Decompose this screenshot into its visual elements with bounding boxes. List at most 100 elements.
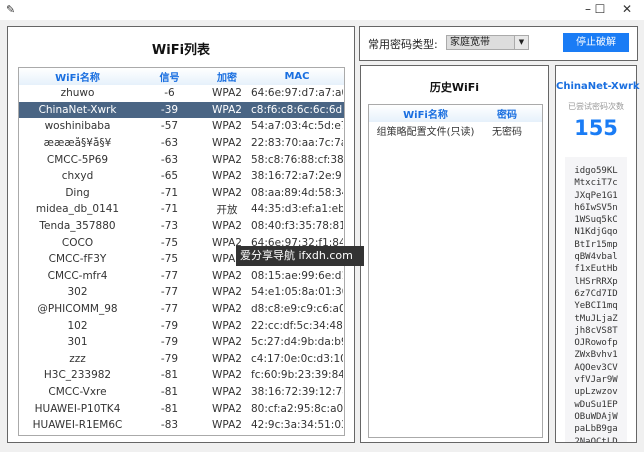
history-table[interactable]: WiFi名称 密码 组策略配置文件(只读) 无密码	[368, 104, 543, 438]
password-attempt: lHSrRRXp	[574, 276, 618, 287]
mac: fc:60:9b:23:39:84:	[251, 369, 343, 382]
table-header: WiFi名称 信号 加密 MAC	[19, 68, 344, 85]
encryption: WPA2	[212, 87, 242, 100]
mac: 44:35:d3:ef:a1:eb:	[251, 203, 343, 216]
title-bar: ✎ – ☐ ✕	[0, 0, 644, 20]
col-header-name[interactable]: WiFi名称	[369, 106, 482, 121]
signal: -73	[160, 220, 179, 233]
wifi-name: Ding	[65, 186, 90, 199]
encryption: WPA2	[212, 419, 242, 432]
mac: 08:40:f3:35:78:81:	[251, 220, 343, 233]
close-button[interactable]: ✕	[617, 2, 637, 16]
password-attempt: AQOev3CV	[574, 362, 618, 373]
encryption: 开放	[216, 203, 238, 216]
table-row[interactable]: midea_db_0141 -71 开放 44:35:d3:ef:a1:eb:	[19, 201, 344, 218]
table-row[interactable]: ChinaNet-Xwrk -39 WPA2 c8:f6:c8:6c:6c:6d:	[19, 101, 344, 119]
password-attempt: ZWxBvhv1	[574, 350, 618, 361]
signal: -79	[160, 336, 179, 349]
signal: -6	[164, 87, 175, 100]
table-row[interactable]: æææå§¥å§¥ -63 WPA2 22:83:70:aa:7c:7a:	[19, 135, 344, 152]
table-row[interactable]: woshinibaba -57 WPA2 54:a7:03:4c:5d:e7:	[19, 118, 344, 135]
encryption: WPA2	[212, 286, 242, 299]
wifi-name: chxyd	[61, 170, 94, 183]
wifi-name: 302	[67, 286, 88, 299]
wifi-name: HUAWEI-R1EM6C	[32, 419, 123, 432]
attempts-label: 已尝试密码次数	[568, 102, 624, 111]
wifi-name: ChinaNet-Xwrk	[38, 103, 117, 116]
wifi-name: CMCC-mfr4	[47, 269, 108, 282]
table-row[interactable]: @PHICOMM_98 -77 WPA2 d8:c8:e9:c9:c6:a0:	[19, 301, 344, 318]
wifi-name: Tenda_357880	[39, 220, 116, 233]
password-attempt: qBW4vbal	[574, 252, 618, 263]
table-row[interactable]: zhuwo -6 WPA2 64:6e:97:d7:a7:a0:	[19, 85, 344, 102]
table-row[interactable]: chxyd -65 WPA2 38:16:72:a7:2e:91:	[19, 168, 344, 185]
password-type-value: 家庭宽带	[450, 37, 490, 48]
mac: 80:cf:a2:95:8c:a0:	[251, 402, 343, 415]
wifi-name: æææå§¥å§¥	[43, 137, 112, 150]
wifi-name: CMCC-fF3Y	[48, 253, 107, 266]
table-row[interactable]: CMCC-Vxre -81 WPA2 38:16:72:39:12:78:	[19, 384, 344, 401]
mac: 54:a7:03:4c:5d:e7:	[251, 120, 343, 133]
password-attempt: idgo59KL	[574, 166, 618, 176]
password-type-label: 常用密码类型:	[368, 38, 438, 51]
wifi-name: 301	[67, 336, 88, 349]
table-row[interactable]: Tenda_357880 -73 WPA2 08:40:f3:35:78:81:	[19, 218, 344, 235]
table-row[interactable]: CMCC-5P69 -63 WPA2 58:c8:76:88:cf:38:	[19, 151, 344, 168]
table-row[interactable]: 102 -79 WPA2 22:cc:df:5c:34:48:	[19, 317, 344, 334]
encryption: WPA2	[212, 137, 242, 150]
encryption: WPA2	[212, 385, 242, 398]
table-row[interactable]: 301 -79 WPA2 5c:27:d4:9b:da:b9:	[19, 334, 344, 351]
password-attempt: upLzwzov	[574, 387, 618, 398]
password-attempt: OJRowofp	[574, 338, 618, 349]
mac: 22:cc:df:5c:34:48:	[251, 319, 343, 332]
encryption: WPA2	[212, 120, 242, 133]
encryption: WPA2	[212, 336, 242, 349]
password-type-select[interactable]: 家庭宽带 ▼	[446, 35, 529, 50]
mac: 54:e1:05:8a:01:30:	[251, 286, 343, 299]
mac: 08:aa:89:4d:58:34:	[251, 186, 343, 199]
password-attempt: 1WSuq5kC	[574, 215, 618, 226]
col-header-signal[interactable]: 信号	[136, 69, 203, 84]
encryption: WPA2	[212, 352, 242, 365]
table-row[interactable]: 组策略配置文件(只读) 无密码	[369, 122, 542, 139]
table-row[interactable]: CMCC-mfr4 -77 WPA2 08:15:ae:99:6e:d1:	[19, 268, 344, 285]
col-header-encryption[interactable]: 加密	[203, 69, 251, 84]
mac: 22:83:70:aa:7c:7a:	[251, 137, 343, 150]
password-attempt: tMuJLjaZ	[574, 313, 618, 324]
encryption: WPA2	[212, 402, 242, 415]
history-panel: 历史WiFi WiFi名称 密码 组策略配置文件(只读) 无密码	[360, 65, 549, 443]
password-attempt: YeBCI1mq	[574, 301, 618, 312]
table-row[interactable]: 302 -77 WPA2 54:e1:05:8a:01:30:	[19, 284, 344, 301]
encryption: WPA2	[212, 269, 242, 282]
mac: c4:17:0e:0c:d3:10:	[251, 352, 343, 365]
signal: -79	[160, 352, 179, 365]
col-header-password[interactable]: 密码	[482, 106, 532, 121]
mac: 42:9c:3a:34:51:03:	[251, 419, 343, 432]
wifi-name: H3C_233982	[43, 369, 112, 382]
encryption: WPA2	[212, 103, 242, 116]
maximize-button[interactable]: ☐	[590, 2, 610, 16]
signal: -77	[160, 303, 179, 316]
history-header: WiFi名称 密码	[369, 105, 542, 122]
wifi-name: zzz	[69, 352, 86, 365]
mac: 58:c8:76:88:cf:38:	[251, 153, 343, 166]
table-row[interactable]: H3C_233982 -81 WPA2 fc:60:9b:23:39:84:	[19, 367, 344, 384]
password-attempt-list[interactable]: idgo59KL MtxciT7c JXqPe1G1 h6IwSV5n 1WSuq5kC…	[565, 157, 627, 442]
encryption: WPA2	[212, 220, 242, 233]
chevron-down-icon[interactable]: ▼	[514, 36, 528, 49]
password-attempt: f1xEutHb	[574, 264, 618, 275]
table-row[interactable]: HUAWEI-P10TK4 -81 WPA2 80:cf:a2:95:8c:a0:	[19, 400, 344, 417]
col-header-name[interactable]: WiFi名称	[19, 69, 136, 84]
table-row[interactable]: zzz -79 WPA2 c4:17:0e:0c:d3:10:	[19, 351, 344, 368]
history-password: 无密码	[492, 126, 522, 138]
col-header-mac[interactable]: MAC	[251, 71, 343, 82]
wifi-name: HUAWEI-P10TK4	[34, 402, 121, 415]
encryption: WPA2	[212, 319, 242, 332]
history-title: 历史WiFi	[429, 81, 480, 94]
wifi-name: woshinibaba	[44, 120, 111, 133]
signal: -75	[160, 236, 179, 249]
encryption: WPA2	[212, 153, 242, 166]
stop-crack-button[interactable]: 停止破解	[563, 33, 629, 52]
table-row[interactable]: Ding -71 WPA2 08:aa:89:4d:58:34:	[19, 185, 344, 202]
table-row[interactable]: HUAWEI-R1EM6C -83 WPA2 42:9c:3a:34:51:03:	[19, 417, 344, 434]
